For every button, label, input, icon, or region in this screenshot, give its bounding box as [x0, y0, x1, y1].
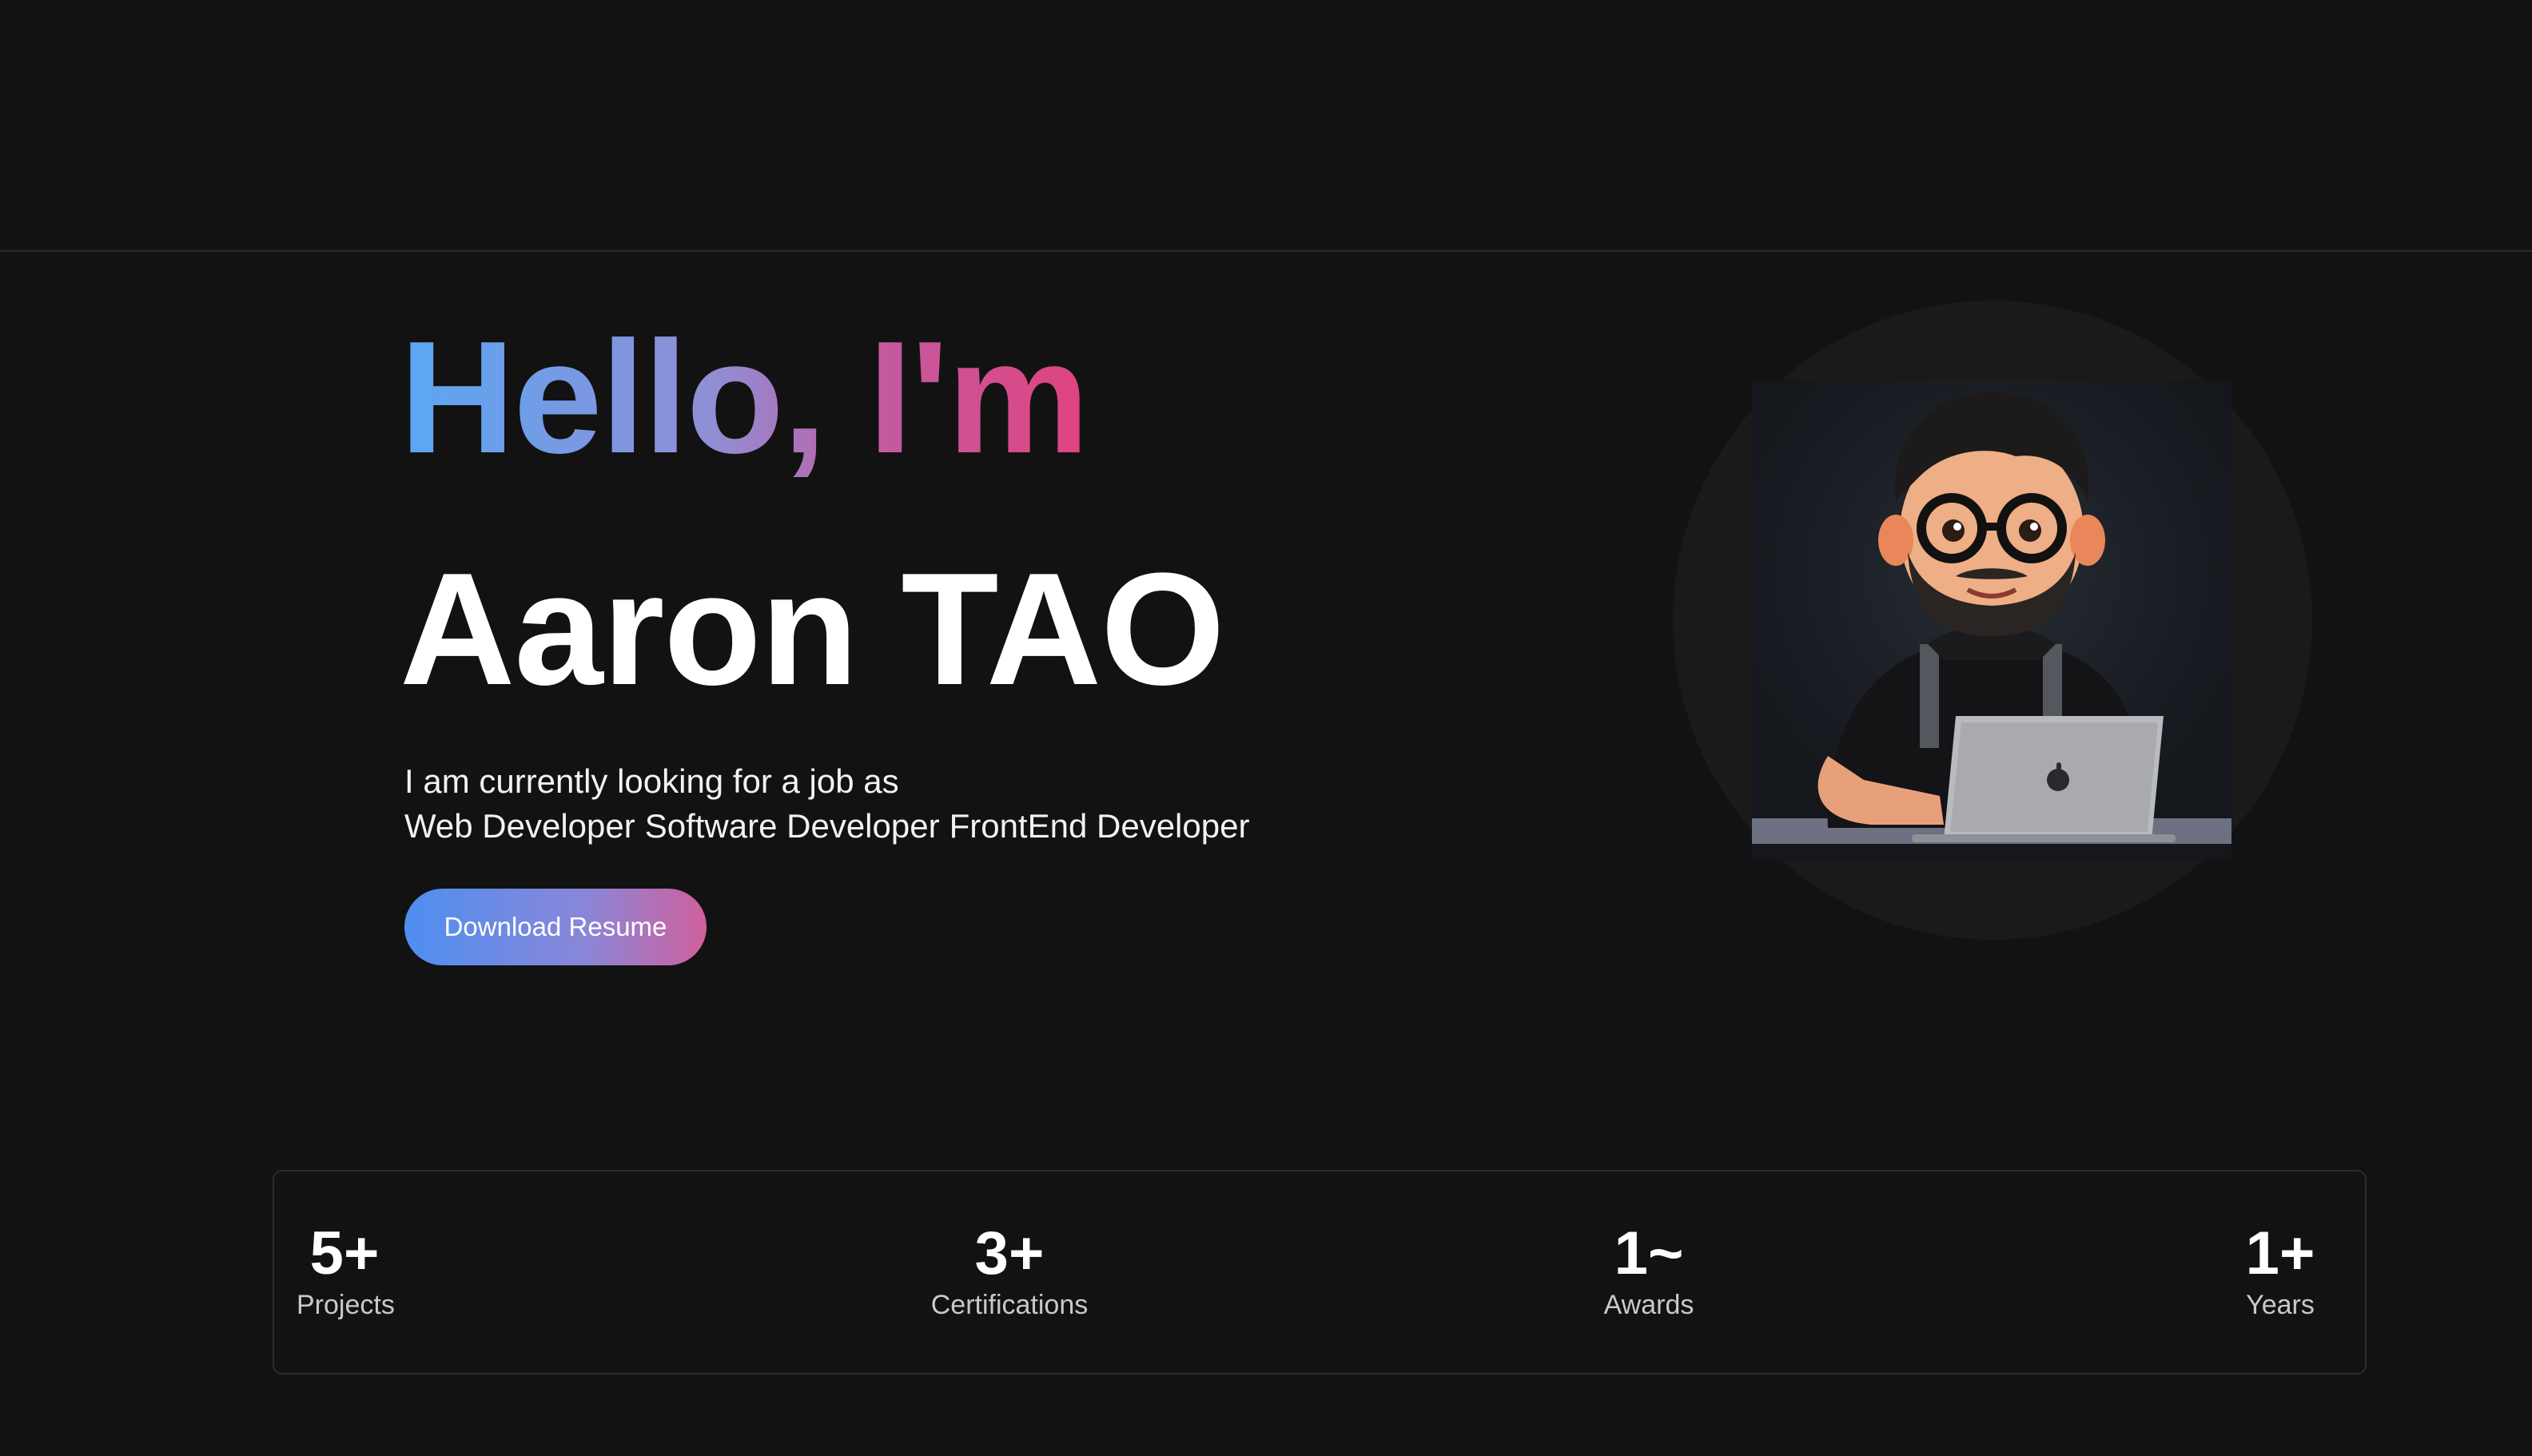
stat-value: 1~: [1614, 1219, 1684, 1287]
hero-description: I am currently looking for a job as Web …: [404, 759, 1259, 849]
developer-avatar-illustration: [1752, 392, 2231, 860]
hero-greeting: Hello, I'm: [400, 302, 1089, 494]
stat-years: 1+ Years: [2224, 1219, 2336, 1322]
stat-value: 5+: [309, 1219, 380, 1287]
stat-label: Projects: [297, 1290, 395, 1320]
stat-label: Years: [2246, 1290, 2315, 1320]
stat-certifications: 3+ Certifications: [930, 1219, 1089, 1322]
stats-panel: 5+ Projects 3+ Certifications 1~ Awards …: [273, 1170, 2367, 1374]
stat-label: Certifications: [930, 1290, 1089, 1320]
stat-value: 1+: [2245, 1219, 2315, 1287]
hero-name: Aaron TAO: [400, 540, 1225, 718]
avatar: [1752, 380, 2231, 860]
stat-awards: 1~ Awards: [1601, 1219, 1697, 1322]
download-resume-button[interactable]: Download Resume: [404, 889, 707, 965]
top-navbar: [0, 0, 2532, 252]
role-frontend-developer: FrontEnd Developer: [949, 807, 1250, 845]
stat-label: Awards: [1603, 1290, 1694, 1320]
hero-intro: I am currently looking for a job as: [404, 762, 899, 800]
role-web-developer: Web Developer: [404, 807, 635, 845]
hero-roles: Web Developer Software Developer FrontEnd …: [404, 804, 1259, 849]
stat-projects: 5+ Projects: [297, 1219, 395, 1322]
role-software-developer: Software Developer: [644, 807, 940, 845]
stat-value: 3+: [974, 1219, 1045, 1287]
